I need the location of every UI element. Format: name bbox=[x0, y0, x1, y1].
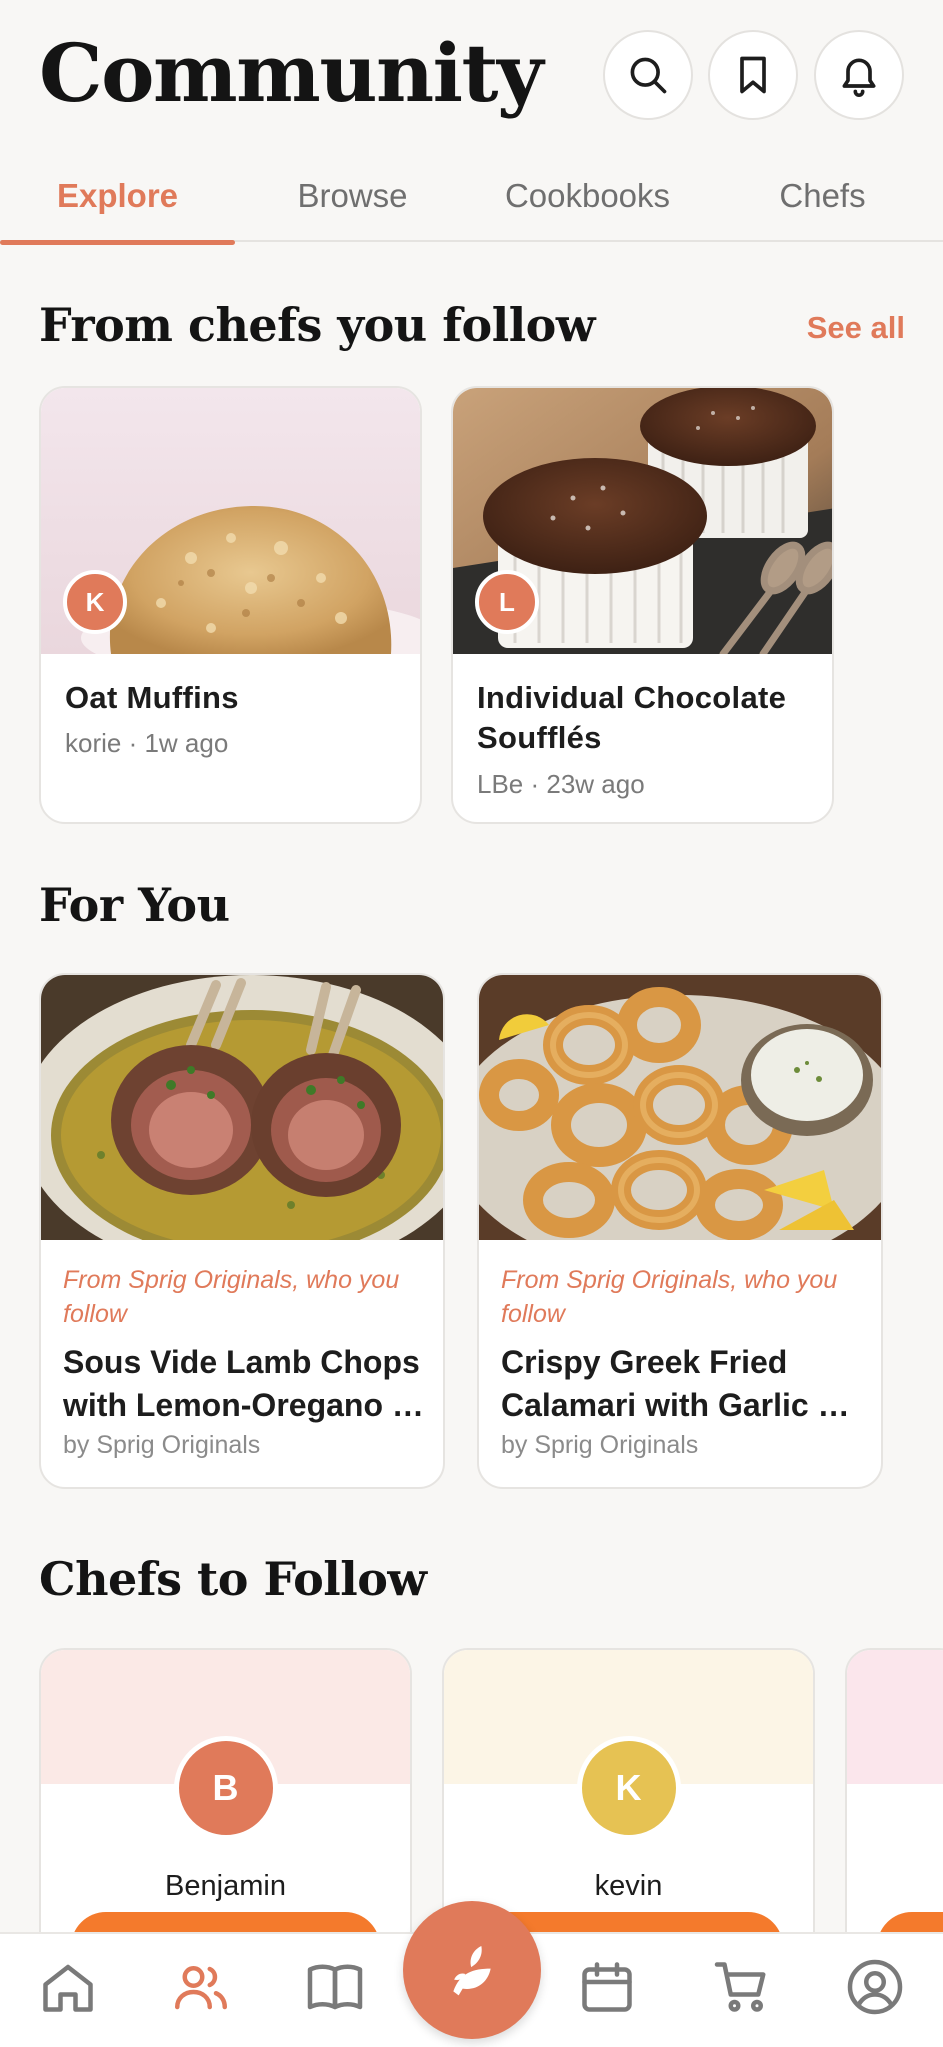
chef-card-benjamin[interactable]: B Benjamin bbox=[39, 1648, 412, 1968]
recipe-card-lamb-chops[interactable]: From Sprig Originals, who you follow Sou… bbox=[39, 973, 445, 1489]
search-button[interactable] bbox=[603, 30, 693, 120]
recipe-title-line: with Lemon-Oregano … bbox=[63, 1387, 424, 1423]
sprig-icon bbox=[453, 1946, 491, 1996]
recipe-meta: korie · 1w ago bbox=[65, 728, 229, 758]
chef-name: Benjamin bbox=[165, 1870, 286, 1902]
chef-avatar: K bbox=[576, 1736, 681, 1840]
tab-chefs[interactable]: Chefs bbox=[705, 150, 940, 242]
tab-bar: Explore Browse Cookbooks Chefs bbox=[0, 150, 943, 245]
page-title: Community bbox=[39, 26, 543, 120]
nav-planner[interactable] bbox=[572, 1952, 642, 2022]
recipe-card-oat-muffins[interactable]: K Oat Muffins korie · 1w ago bbox=[39, 386, 422, 824]
home-icon bbox=[43, 1964, 93, 2012]
recommendation-reason: From Sprig Originals, who you follow bbox=[501, 1266, 838, 1328]
tab-label: Browse bbox=[297, 177, 408, 214]
recipe-title: Sous Vide Lamb Chops with Lemon-Oregano … bbox=[63, 1341, 427, 1427]
chef-card-partial[interactable] bbox=[845, 1648, 943, 1968]
bookmark-icon bbox=[740, 56, 766, 94]
nav-home[interactable] bbox=[33, 1952, 103, 2022]
chef-avatar[interactable]: K bbox=[63, 570, 127, 634]
nav-shopping[interactable] bbox=[707, 1952, 777, 2022]
recipe-meta: LBe · 23w ago bbox=[477, 769, 645, 799]
nav-profile[interactable] bbox=[840, 1952, 910, 2022]
tab-explore[interactable]: Explore bbox=[0, 150, 235, 245]
sprig-fab-button[interactable] bbox=[403, 1901, 541, 2039]
following-section-title: From chefs you follow bbox=[39, 298, 595, 352]
book-icon bbox=[307, 1964, 363, 2010]
recipe-card-chocolate-souffles[interactable]: L Individual Chocolate Soufflés LBe · 23… bbox=[451, 386, 834, 824]
nav-community[interactable] bbox=[166, 1952, 236, 2022]
tab-browse[interactable]: Browse bbox=[235, 150, 470, 242]
tab-cookbooks[interactable]: Cookbooks bbox=[470, 150, 705, 242]
bell-icon bbox=[842, 58, 876, 97]
recipe-title-line: Calamari with Garlic … bbox=[501, 1387, 850, 1423]
community-icon bbox=[175, 1966, 227, 2010]
recipe-author: by Sprig Originals bbox=[501, 1431, 699, 1459]
for-you-section-title: For You bbox=[39, 878, 230, 932]
tab-label: Explore bbox=[56, 177, 179, 214]
nav-cookbooks[interactable] bbox=[300, 1952, 370, 2022]
tab-label: Cookbooks bbox=[504, 177, 671, 214]
chefs-section-title: Chefs to Follow bbox=[39, 1552, 427, 1606]
tab-active-indicator bbox=[0, 240, 235, 245]
recommendation-reason: From Sprig Originals, who you follow bbox=[63, 1266, 400, 1328]
bookmarks-button[interactable] bbox=[708, 30, 798, 120]
tab-label: Chefs bbox=[779, 177, 866, 214]
notifications-button[interactable] bbox=[814, 30, 904, 120]
chef-avatar: B bbox=[173, 1736, 278, 1840]
recipe-title: Crispy Greek Fried Calamari with Garlic … bbox=[501, 1341, 865, 1427]
chef-banner bbox=[847, 1650, 943, 1784]
cart-icon bbox=[714, 1962, 766, 2012]
see-all-link[interactable]: See all bbox=[807, 310, 905, 346]
recipe-author: by Sprig Originals bbox=[63, 1431, 261, 1459]
recipe-title-line: Sous Vide Lamb Chops bbox=[63, 1344, 420, 1380]
recipe-card-fried-calamari[interactable]: From Sprig Originals, who you follow Cri… bbox=[477, 973, 883, 1489]
recipe-image bbox=[41, 975, 443, 1240]
search-icon bbox=[630, 57, 667, 94]
header: Community bbox=[0, 0, 943, 150]
recipe-title-line: Crispy Greek Fried bbox=[501, 1344, 788, 1380]
recipe-title: Individual Chocolate Soufflés bbox=[477, 680, 787, 755]
recipe-image bbox=[479, 975, 881, 1240]
chef-name: kevin bbox=[594, 1870, 663, 1902]
profile-icon bbox=[847, 1959, 903, 2015]
calendar-icon bbox=[582, 1962, 632, 2012]
chef-avatar[interactable]: L bbox=[475, 570, 539, 634]
recipe-title: Oat Muffins bbox=[65, 680, 239, 715]
